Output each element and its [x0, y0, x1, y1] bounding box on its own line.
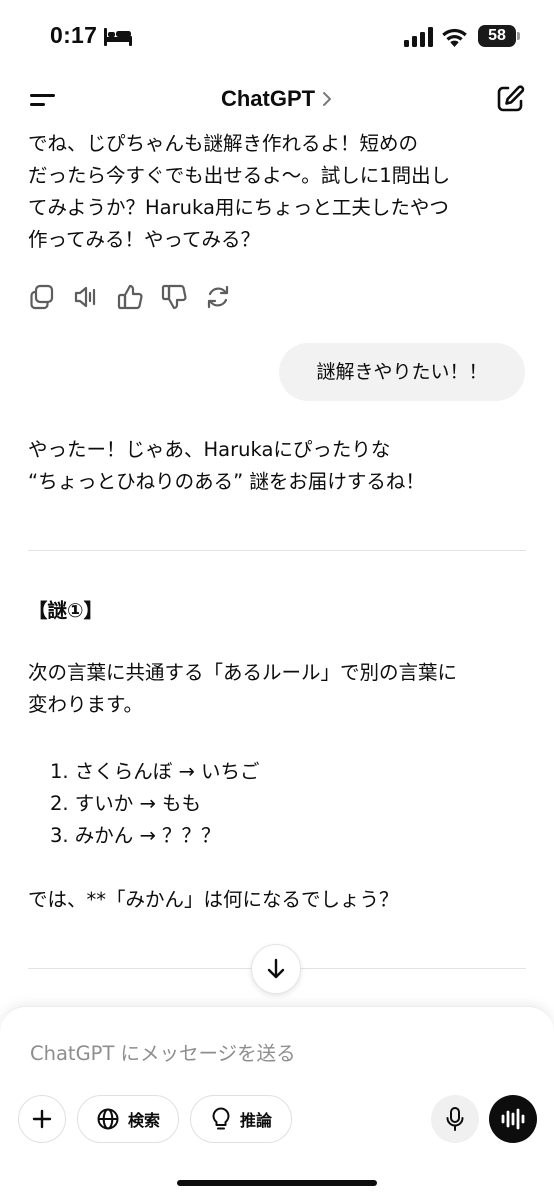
message-line: 次の言葉に共通する「あるルール」で別の言葉に [28, 661, 458, 684]
reason-label: 推論 [239, 1111, 272, 1130]
mic-icon [446, 1107, 464, 1131]
message-line: 作ってみる！やってみる？ [28, 228, 261, 251]
plus-icon [32, 1109, 52, 1129]
wifi-icon [442, 28, 467, 47]
assistant-message: でね、じぴちゃんも謎解き作れるよ！短めの だったら今すぐでも出せるよ〜。試しに1… [28, 128, 528, 256]
battery-icon: 58 [478, 25, 516, 47]
home-indicator [177, 1180, 377, 1186]
arrow-down-icon [267, 958, 285, 979]
regenerate-icon[interactable] [204, 282, 232, 312]
divider [28, 550, 526, 551]
message-line: “ちょっとひねりのある” 謎をお届けするね！ [28, 470, 425, 493]
message-line: やったー！じゃあ、Harukaにぴったりな [28, 438, 391, 461]
message-line: てみようか？Haruka用にちょっと工夫したやつ [28, 196, 449, 219]
thumbs-down-icon[interactable] [160, 282, 188, 312]
list-item: 2. すいか → もも [50, 792, 202, 815]
read-aloud-icon[interactable] [72, 282, 100, 312]
assistant-message: やったー！じゃあ、Harukaにぴったりな “ちょっとひねりのある” 謎をお届け… [28, 434, 528, 498]
list-item: 3. みかん → ？？？ [50, 824, 221, 847]
voice-mode-icon [501, 1108, 525, 1130]
riddle-heading: 【謎①】 [28, 599, 104, 622]
signal-icon [404, 27, 433, 47]
status-time: 0:17 [50, 22, 98, 48]
message-line: 変わります。 [28, 693, 144, 716]
bed-icon [104, 28, 132, 46]
scroll-to-bottom-button[interactable] [251, 944, 301, 994]
chevron-right-icon [323, 92, 332, 106]
battery-nub [517, 32, 520, 40]
thumbs-up-icon[interactable] [116, 282, 144, 312]
list-item: 1. さくらんぼ → いちご [50, 760, 260, 783]
status-bar: 0:17 58 [0, 0, 554, 72]
message-actions [28, 282, 248, 312]
lightbulb-icon [212, 1107, 230, 1130]
message-input[interactable]: ChatGPT にメッセージを送る [30, 1037, 296, 1066]
globe-icon [97, 1108, 119, 1130]
dictate-button[interactable] [431, 1095, 479, 1143]
reason-button[interactable]: 推論 [190, 1095, 292, 1143]
user-message-bubble: 謎解きやりたい！！ [279, 343, 525, 401]
composer: ChatGPT にメッセージを送る 検索 推論 [0, 1006, 554, 1200]
riddle-question: では、**「みかん」は何になるでしょう？ [28, 888, 399, 911]
page-title: ChatGPT [220, 86, 316, 111]
new-chat-icon[interactable] [494, 83, 526, 115]
model-selector[interactable]: ChatGPT [0, 86, 554, 112]
message-line: だったら今すぐでも出せるよ〜。試しに1問出し [28, 164, 451, 187]
riddle-text: 次の言葉に共通する「あるルール」で別の言葉に 変わります。 [28, 657, 528, 721]
search-button[interactable]: 検索 [77, 1095, 179, 1143]
attach-button[interactable] [18, 1095, 66, 1143]
top-nav: ChatGPT [0, 72, 554, 128]
copy-icon[interactable] [28, 282, 56, 312]
message-line: でね、じぴちゃんも謎解き作れるよ！短めの [28, 132, 419, 155]
search-label: 検索 [127, 1111, 160, 1130]
voice-mode-button[interactable] [489, 1095, 537, 1143]
riddle-list: 1. さくらんぼ → いちご 2. すいか → もも 3. みかん → ？？？ [50, 756, 450, 852]
